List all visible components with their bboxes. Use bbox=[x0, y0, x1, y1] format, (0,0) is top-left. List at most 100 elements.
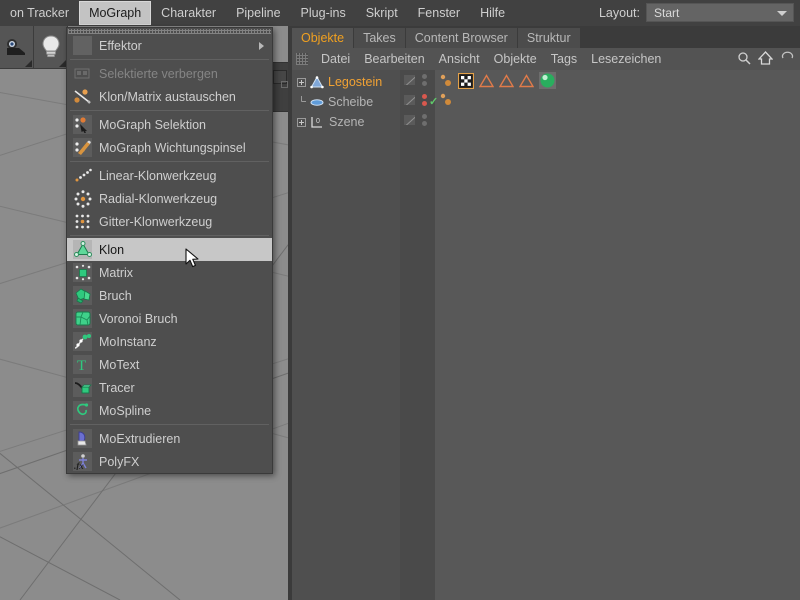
menu-item-gitter-klonwerkzeug[interactable]: Gitter-Klonwerkzeug bbox=[67, 210, 272, 233]
mograph-dots-tag[interactable] bbox=[439, 92, 453, 107]
main-menubar: on Tracker MoGraph Charakter Pipeline Pl… bbox=[0, 0, 800, 26]
triangle-tag[interactable] bbox=[499, 74, 514, 88]
om-menu-tags[interactable]: Tags bbox=[544, 52, 584, 66]
menu-item-label: MoGraph Selektion bbox=[99, 118, 206, 132]
menu-item-label: Radial-Klonwerkzeug bbox=[99, 192, 217, 206]
chevron-down-icon bbox=[777, 11, 787, 16]
link-icon[interactable] bbox=[780, 51, 794, 65]
expander-plus-icon[interactable] bbox=[297, 78, 306, 87]
object-name: Szene bbox=[329, 115, 364, 129]
swap-clone-matrix-icon bbox=[73, 87, 92, 106]
row-label-group[interactable]: 0 Szene bbox=[294, 115, 364, 129]
table-row[interactable]: Legostein bbox=[292, 70, 800, 90]
material-sphere-tag[interactable] bbox=[539, 72, 556, 89]
expander-plus-icon[interactable] bbox=[297, 118, 306, 127]
row-label-group[interactable]: Scheibe bbox=[294, 95, 373, 109]
enabled-check-icon[interactable]: ✓ bbox=[429, 97, 438, 108]
menu-item-bruch[interactable]: Bruch bbox=[67, 284, 272, 307]
menu-item-matrix[interactable]: Matrix bbox=[67, 261, 272, 284]
panel-square-inner-icon bbox=[281, 81, 288, 88]
search-icon[interactable] bbox=[737, 51, 751, 65]
menu-pipeline[interactable]: Pipeline bbox=[226, 1, 290, 25]
render-visibility-dot[interactable] bbox=[422, 121, 427, 126]
row-label-group[interactable]: Legostein bbox=[294, 75, 382, 89]
menu-item-label: Bruch bbox=[99, 289, 132, 303]
triangle-tag[interactable] bbox=[519, 74, 534, 88]
menu-skript[interactable]: Skript bbox=[356, 1, 408, 25]
menu-mograph[interactable]: MoGraph bbox=[79, 1, 151, 25]
menu-item-klon-matrix-austauschen[interactable]: Klon/Matrix austauschen bbox=[67, 85, 272, 108]
menu-item-klon[interactable]: Klon bbox=[67, 238, 272, 261]
tab-struktur[interactable]: Struktur bbox=[518, 28, 581, 48]
menu-item-moinstanz[interactable]: MoInstanz bbox=[67, 330, 272, 353]
menu-item-label: MoGraph Wichtungspinsel bbox=[99, 141, 246, 155]
render-toggle-icon[interactable] bbox=[403, 74, 416, 86]
svg-text:.fx: .fx bbox=[74, 461, 84, 470]
mograph-weight-brush-icon bbox=[73, 138, 92, 157]
menu-fenster[interactable]: Fenster bbox=[408, 1, 470, 25]
moinstance-icon bbox=[73, 332, 92, 351]
menu-item-label: PolyFX bbox=[99, 455, 139, 469]
menu-plugins[interactable]: Plug-ins bbox=[291, 1, 356, 25]
menu-item-linear-klonwerkzeug[interactable]: Linear-Klonwerkzeug bbox=[67, 164, 272, 187]
menu-item-label: Tracer bbox=[99, 381, 135, 395]
menu-item-moextrudieren[interactable]: MoExtrudieren bbox=[67, 427, 272, 450]
object-visibility-column bbox=[400, 70, 435, 600]
camera-tool-button[interactable] bbox=[0, 26, 34, 69]
menu-motion-tracker[interactable]: on Tracker bbox=[0, 1, 79, 25]
mograph-dropdown-menu: Effektor Selektierte verbergen bbox=[66, 27, 273, 474]
home-icon[interactable] bbox=[758, 51, 773, 65]
table-row[interactable]: Scheibe ✓ bbox=[292, 90, 800, 110]
om-menu-bearbeiten[interactable]: Bearbeiten bbox=[357, 52, 431, 66]
menu-hilfe[interactable]: Hilfe bbox=[470, 1, 515, 25]
visibility-cell[interactable]: ✓ bbox=[400, 90, 435, 110]
menu-item-polyfx[interactable]: .fx PolyFX bbox=[67, 450, 272, 473]
cloner-icon bbox=[73, 240, 92, 259]
mouse-cursor bbox=[185, 248, 201, 270]
cone-object-icon bbox=[310, 76, 324, 89]
triangle-tag[interactable] bbox=[479, 74, 494, 88]
om-menu-ansicht[interactable]: Ansicht bbox=[432, 52, 487, 66]
tab-objekte[interactable]: Objekte bbox=[292, 28, 354, 48]
menu-item-radial-klonwerkzeug[interactable]: Radial-Klonwerkzeug bbox=[67, 187, 272, 210]
mograph-dots-tag[interactable] bbox=[439, 73, 453, 88]
mograph-selection-icon bbox=[73, 115, 92, 134]
om-menu-objekte[interactable]: Objekte bbox=[487, 52, 544, 66]
editor-visibility-dot[interactable] bbox=[422, 114, 427, 119]
render-toggle-icon[interactable] bbox=[403, 114, 416, 126]
menu-item-effektor[interactable]: Effektor bbox=[67, 34, 272, 57]
om-menu-datei[interactable]: Datei bbox=[314, 52, 357, 66]
render-visibility-dot[interactable] bbox=[422, 81, 427, 86]
om-menu-lesezeichen[interactable]: Lesezeichen bbox=[584, 52, 668, 66]
menu-item-mograph-selektion[interactable]: MoGraph Selektion bbox=[67, 113, 272, 136]
visibility-cell[interactable] bbox=[400, 110, 435, 130]
menu-item-voronoi-bruch[interactable]: Voronoi Bruch bbox=[67, 307, 272, 330]
table-row[interactable]: 0 Szene bbox=[292, 110, 800, 130]
editor-visibility-dot[interactable] bbox=[422, 74, 427, 79]
visibility-cell[interactable] bbox=[400, 70, 435, 90]
panel-grip-handle[interactable] bbox=[296, 53, 308, 65]
disc-object-icon bbox=[310, 96, 324, 109]
render-visibility-dot[interactable] bbox=[422, 101, 427, 106]
menu-item-selektierte-verbergen[interactable]: Selektierte verbergen bbox=[67, 62, 272, 85]
svg-text:0: 0 bbox=[316, 118, 320, 125]
polyfx-icon: .fx bbox=[73, 452, 92, 471]
menu-item-tracer[interactable]: Tracer bbox=[67, 376, 272, 399]
object-tags-column bbox=[435, 70, 800, 600]
menu-item-mospline[interactable]: MoSpline bbox=[67, 399, 272, 422]
object-manager-body: Legostein bbox=[292, 70, 800, 600]
editor-visibility-dot[interactable] bbox=[422, 94, 427, 99]
tab-content-browser[interactable]: Content Browser bbox=[406, 28, 518, 48]
tab-takes[interactable]: Takes bbox=[354, 28, 406, 48]
light-tool-button[interactable] bbox=[34, 26, 68, 69]
menu-item-label: Matrix bbox=[99, 266, 133, 280]
hide-selected-icon bbox=[73, 64, 92, 83]
menu-charakter[interactable]: Charakter bbox=[151, 1, 226, 25]
layout-select[interactable]: Start bbox=[646, 3, 794, 22]
menu-item-mograph-wichtungspinsel[interactable]: MoGraph Wichtungspinsel bbox=[67, 136, 272, 159]
voronoi-fracture-icon bbox=[73, 309, 92, 328]
render-toggle-icon[interactable] bbox=[403, 94, 416, 106]
left-toolbar bbox=[0, 26, 68, 69]
checker-texture-tag[interactable] bbox=[458, 73, 474, 89]
menu-item-motext[interactable]: T MoText bbox=[67, 353, 272, 376]
